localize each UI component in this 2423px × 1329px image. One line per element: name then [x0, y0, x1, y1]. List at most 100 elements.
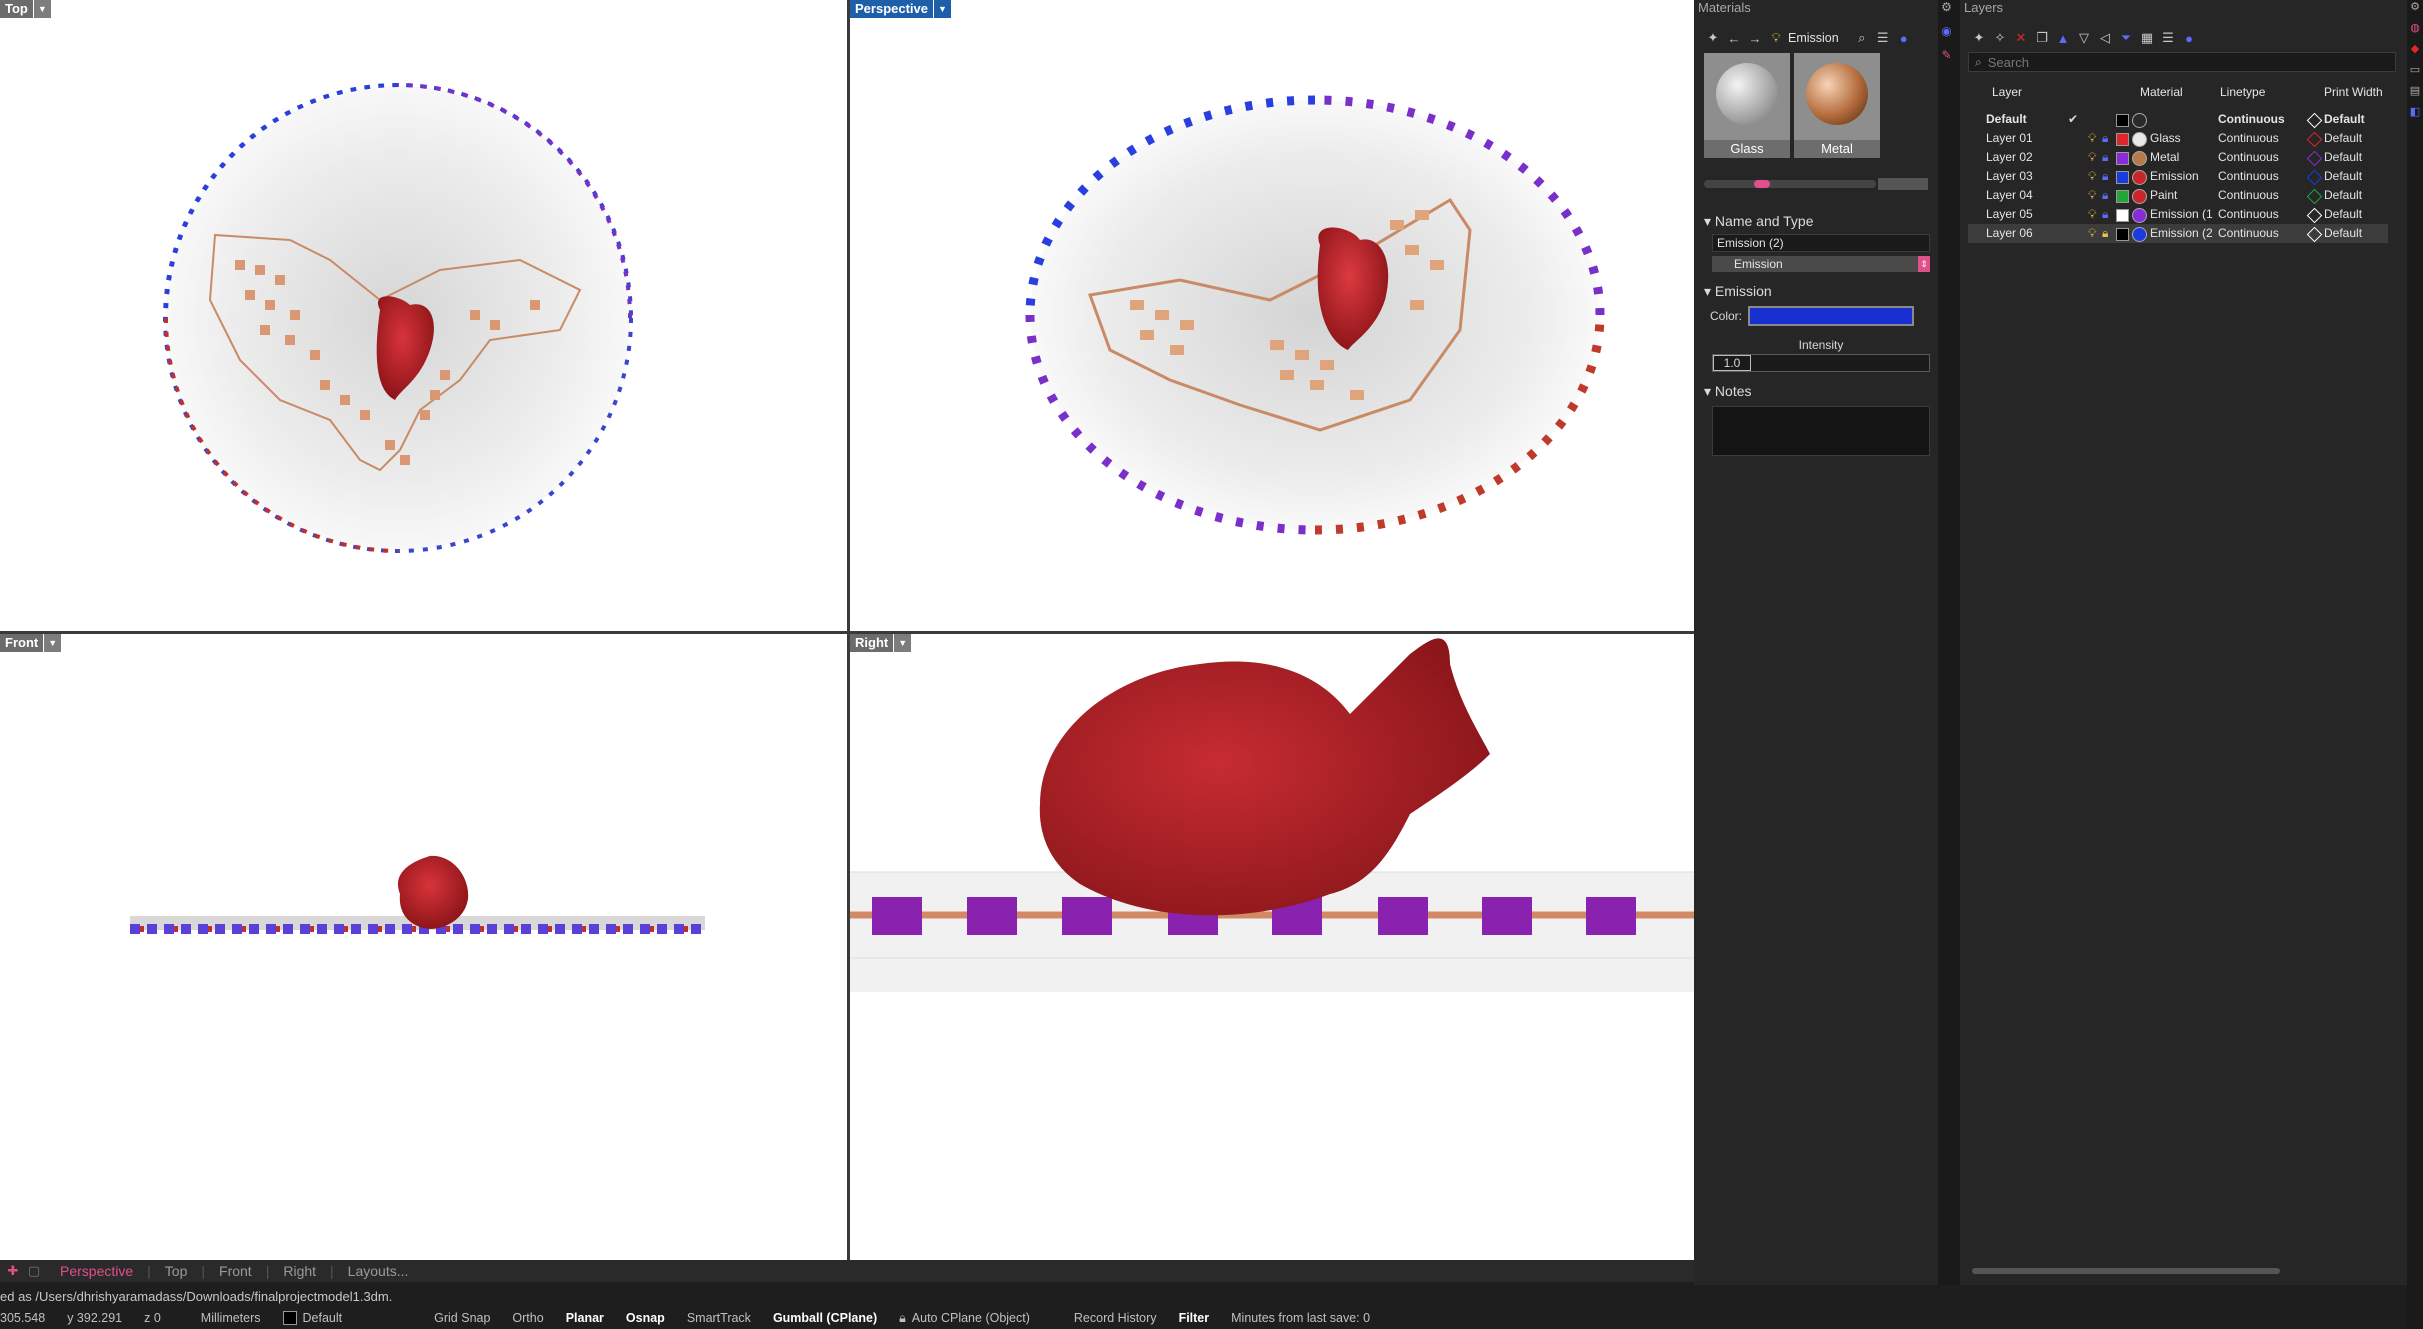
layer-row[interactable]: Layer 03 💡︎ 🔒︎ Emission Continuous Default	[1968, 167, 2388, 186]
emission-color-swatch[interactable]	[1748, 306, 1914, 326]
layer-row[interactable]: Layer 01 💡︎ 🔒︎ Glass Continuous Default	[1968, 129, 2388, 148]
thumbnail-size-slider[interactable]	[1704, 180, 1876, 188]
name-and-type-header[interactable]: ▾ Name and Type	[1704, 210, 1930, 232]
viewport-front-label[interactable]: Front ▼	[0, 634, 62, 652]
grid-icon[interactable]: ✚	[4, 1262, 22, 1280]
visibility-bulb-icon[interactable]: 💡︎	[2088, 205, 2096, 224]
current-layer[interactable]: Default	[282, 1311, 365, 1325]
layer-print-width[interactable]: Default	[2324, 129, 2362, 148]
viewport-front[interactable]: Front ▼	[0, 634, 847, 1260]
auto-cplane-toggle[interactable]: 🔒︎ Auto CPlane (Object)	[899, 1311, 1052, 1326]
lock-icon[interactable]: 🔒︎	[2102, 167, 2108, 186]
layer-linetype[interactable]: Continuous	[2218, 110, 2285, 129]
viewport-top[interactable]: Top ▼	[0, 0, 847, 631]
gumball-toggle[interactable]: Gumball (CPlane)	[773, 1311, 877, 1325]
panel-tab-icon[interactable]: ◉	[1938, 24, 1955, 38]
layer-print-width[interactable]: Default	[2324, 148, 2362, 167]
record-history-toggle[interactable]: Record History	[1074, 1311, 1157, 1325]
material-ball-icon[interactable]	[2132, 170, 2147, 185]
grid-icon[interactable]: ▦	[2138, 29, 2156, 47]
help-icon[interactable]: ●	[1895, 29, 1913, 47]
viewport-divider-vertical[interactable]	[847, 0, 850, 1260]
lock-icon[interactable]: 🔒︎	[2102, 129, 2108, 148]
viewport-front-title[interactable]: Front	[0, 634, 44, 652]
viewport-right-label[interactable]: Right ▼	[850, 634, 912, 652]
layer-linetype[interactable]: Continuous	[2218, 186, 2279, 205]
search-icon[interactable]: ⌕	[1853, 29, 1871, 47]
menu-icon[interactable]: ☰	[2159, 29, 2177, 47]
horizontal-scrollbar[interactable]	[1972, 1268, 2280, 1274]
visibility-bulb-icon[interactable]: 💡︎	[2088, 148, 2096, 167]
chevron-down-icon[interactable]: ▼	[44, 634, 62, 652]
tab-front[interactable]: Front	[205, 1263, 266, 1279]
gear-icon[interactable]: ⚙	[2407, 0, 2423, 13]
back-arrow-icon[interactable]: ←	[1725, 29, 1743, 47]
col-print-width[interactable]: Print Width	[2324, 85, 2383, 99]
viewport-right-title[interactable]: Right	[850, 634, 894, 652]
visibility-bulb-icon[interactable]: 💡︎	[2088, 167, 2096, 186]
panel-icon-4[interactable]: ▭	[2407, 63, 2423, 76]
settings-gear-icon[interactable]: ⚙	[1938, 0, 1955, 14]
grid-snap-toggle[interactable]: Grid Snap	[434, 1311, 490, 1325]
notes-header[interactable]: ▾ Notes	[1704, 380, 1930, 402]
col-linetype[interactable]: Linetype	[2220, 85, 2265, 99]
move-left-icon[interactable]: ◁	[2096, 29, 2114, 47]
units-label[interactable]: Millimeters	[201, 1311, 261, 1325]
smarttrack-toggle[interactable]: SmartTrack	[687, 1311, 751, 1325]
material-name-field[interactable]: Emission (2)	[1712, 234, 1930, 252]
material-ball-icon[interactable]	[2132, 132, 2147, 147]
layer-search-field[interactable]: ⌕ Search	[1968, 52, 2396, 72]
material-ball-icon[interactable]	[2132, 189, 2147, 204]
notes-textarea[interactable]	[1712, 406, 1930, 456]
layer-color-swatch[interactable]	[2116, 190, 2129, 203]
layer-linetype[interactable]: Continuous	[2218, 129, 2279, 148]
material-ball-icon[interactable]	[2132, 113, 2147, 128]
col-layer[interactable]: Layer	[1992, 85, 2022, 99]
viewport-top-title[interactable]: Top	[0, 0, 33, 18]
viewport-top-label[interactable]: Top ▼	[0, 0, 51, 18]
osnap-toggle[interactable]: Osnap	[626, 1311, 665, 1325]
layer-print-width[interactable]: Default	[2324, 224, 2362, 243]
layer-row[interactable]: Layer 04 💡︎ 🔒︎ Paint Continuous Default	[1968, 186, 2388, 205]
material-ball-icon[interactable]	[2132, 151, 2147, 166]
material-type-select[interactable]: Emission ⇕	[1712, 256, 1930, 272]
chevron-down-icon[interactable]: ▼	[33, 0, 51, 18]
layer-linetype[interactable]: Continuous	[2218, 224, 2279, 243]
viewport-perspective-title[interactable]: Perspective	[850, 0, 933, 18]
layer-linetype[interactable]: Continuous	[2218, 205, 2279, 224]
emission-header[interactable]: ▾ Emission	[1704, 280, 1930, 302]
tab-perspective[interactable]: Perspective	[46, 1263, 147, 1279]
chevron-down-icon[interactable]: ▼	[894, 634, 912, 652]
tab-top[interactable]: Top	[151, 1263, 202, 1279]
new-layer-icon[interactable]: ✦	[1970, 29, 1988, 47]
copy-icon[interactable]: ❐	[2033, 29, 2051, 47]
layer-row[interactable]: Default ✔ Continuous Default	[1968, 110, 2388, 129]
tab-layouts[interactable]: Layouts...	[334, 1263, 423, 1279]
chevron-down-icon[interactable]: ▼	[934, 0, 951, 18]
planar-toggle[interactable]: Planar	[566, 1311, 604, 1325]
panel-icon-3[interactable]: ◆	[2407, 42, 2423, 55]
lock-icon[interactable]: 🔒︎	[2102, 186, 2108, 205]
delete-icon[interactable]: ✕	[2012, 29, 2030, 47]
forward-arrow-icon[interactable]: →	[1746, 29, 1764, 47]
lock-icon[interactable]: 🔒︎	[2102, 224, 2108, 243]
layer-row[interactable]: Layer 06 💡︎ 🔒︎ Emission (2 Continuous Default	[1968, 224, 2388, 243]
col-material[interactable]: Material	[2140, 85, 2183, 99]
layer-color-swatch[interactable]	[2116, 114, 2129, 127]
single-viewport-icon[interactable]: ▢	[25, 1262, 43, 1280]
lock-icon[interactable]: 🔒︎	[2102, 148, 2108, 167]
help-icon[interactable]: ●	[2180, 29, 2198, 47]
viewport-right[interactable]: Right ▼	[850, 634, 1694, 1260]
viewport-perspective[interactable]: Perspective ▼	[850, 0, 1694, 631]
filter-toggle[interactable]: Filter	[1179, 1311, 1210, 1325]
new-sublayer-icon[interactable]: ✧	[1991, 29, 2009, 47]
viewport-perspective-label[interactable]: Perspective ▼	[850, 0, 951, 18]
layer-color-swatch[interactable]	[2116, 133, 2129, 146]
layer-color-swatch[interactable]	[2116, 152, 2129, 165]
layer-color-swatch[interactable]	[2116, 228, 2129, 241]
panel-icon-6[interactable]: ◧	[2407, 105, 2423, 118]
layer-linetype[interactable]: Continuous	[2218, 148, 2279, 167]
intensity-field[interactable]: 1.0	[1712, 354, 1930, 372]
viewport-divider-horizontal[interactable]	[0, 631, 1694, 634]
move-down-icon[interactable]: ▽	[2075, 29, 2093, 47]
